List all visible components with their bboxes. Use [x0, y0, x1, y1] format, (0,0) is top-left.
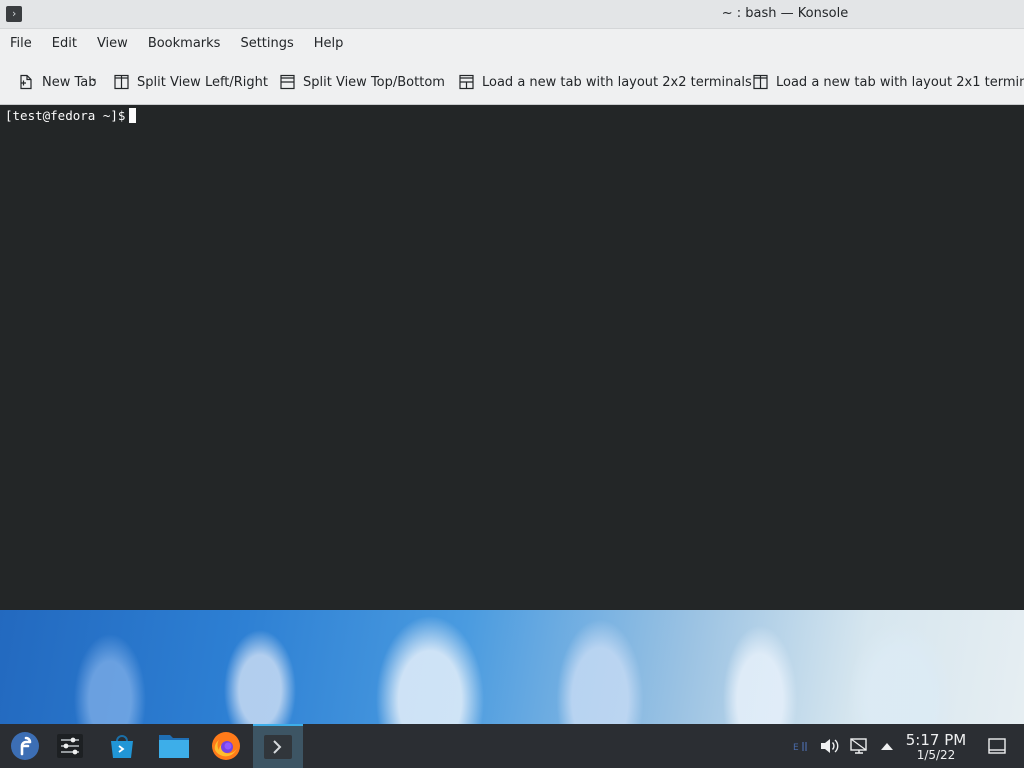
discover-store-button[interactable] — [97, 724, 147, 768]
menu-bookmarks[interactable]: Bookmarks — [140, 29, 229, 59]
input-method-icon: E — [793, 742, 807, 753]
split-view-top-bottom-label: Split View Top/Bottom — [303, 74, 445, 90]
layout-2x1-button[interactable]: Load a new tab with layout 2x1 terminals — [753, 71, 1024, 93]
clock-time[interactable]: 5:17 PM — [900, 731, 972, 749]
menu-bar: File Edit View Bookmarks Settings Help — [0, 29, 1024, 59]
split-left-right-icon — [114, 74, 129, 90]
new-tab-label: New Tab — [42, 74, 97, 90]
system-settings-button[interactable] — [45, 724, 95, 768]
konsole-taskbar-button[interactable] — [253, 724, 303, 768]
menu-edit[interactable]: Edit — [44, 29, 85, 59]
volume-button[interactable] — [819, 736, 839, 756]
svg-text:E: E — [793, 743, 799, 753]
fedora-launcher-button[interactable] — [0, 724, 50, 768]
main-toolbar: New Tab ⌄ Split View Left/Right Split Vi… — [0, 59, 1024, 105]
volume-icon — [821, 739, 839, 753]
menu-view[interactable]: View — [89, 29, 136, 59]
konsole-icon — [264, 735, 292, 759]
file-manager-button[interactable] — [149, 724, 199, 768]
layout-2x2-label: Load a new tab with layout 2x2 terminals — [482, 74, 752, 90]
split-view-top-bottom-button[interactable]: Split View Top/Bottom — [280, 71, 445, 93]
discover-store-icon — [111, 735, 133, 758]
system-settings-icon — [57, 734, 83, 758]
show-desktop-icon — [988, 738, 1006, 754]
network-wired-icon — [850, 738, 867, 754]
firefox-button[interactable] — [201, 724, 251, 768]
window-title: ~ : bash — Konsole — [721, 6, 849, 21]
layout-2x2-icon — [459, 74, 474, 90]
keyboard-layout-icon[interactable]: E — [790, 736, 810, 756]
split-view-left-right-button[interactable]: Split View Left/Right — [114, 71, 268, 93]
konsole-window: › ~ : bash — Konsole File Edit View Book… — [0, 0, 1024, 610]
layout-2x1-label: Load a new tab with layout 2x1 terminals — [776, 74, 1024, 90]
menu-settings[interactable]: Settings — [232, 29, 301, 59]
window-titlebar[interactable]: › ~ : bash — Konsole — [0, 0, 1024, 29]
file-manager-icon — [159, 735, 189, 758]
show-desktop-button[interactable] — [987, 736, 1007, 756]
fedora-launcher-icon — [11, 732, 39, 760]
taskbar-panel: E 5:17 PM 1/5/22 — [0, 724, 1024, 768]
menu-file[interactable]: File — [2, 29, 40, 59]
network-button[interactable] — [849, 736, 869, 756]
menu-help[interactable]: Help — [306, 29, 352, 59]
new-tab-button[interactable]: New Tab — [18, 71, 97, 93]
new-tab-dropdown-arrow-icon[interactable]: ⌄ — [90, 74, 98, 84]
terminal-cursor — [129, 108, 137, 123]
split-top-bottom-icon — [280, 74, 295, 90]
firefox-icon — [212, 732, 240, 760]
new-tab-icon — [20, 74, 32, 90]
terminal-prompt: [test@fedora ~]$ — [5, 108, 126, 123]
system-tray-expand-button[interactable] — [877, 736, 897, 756]
konsole-app-icon[interactable]: › — [6, 6, 22, 22]
terminal-area[interactable]: [test@fedora ~]$ — [0, 105, 1024, 610]
terminal-prompt-line: [test@fedora ~]$ — [5, 108, 137, 123]
layout-2x1-icon — [753, 74, 768, 90]
layout-2x2-button[interactable]: Load a new tab with layout 2x2 terminals — [459, 71, 752, 93]
clock-date[interactable]: 1/5/22 — [900, 748, 972, 762]
chevron-up-icon — [881, 743, 893, 750]
split-view-left-right-label: Split View Left/Right — [137, 74, 269, 90]
